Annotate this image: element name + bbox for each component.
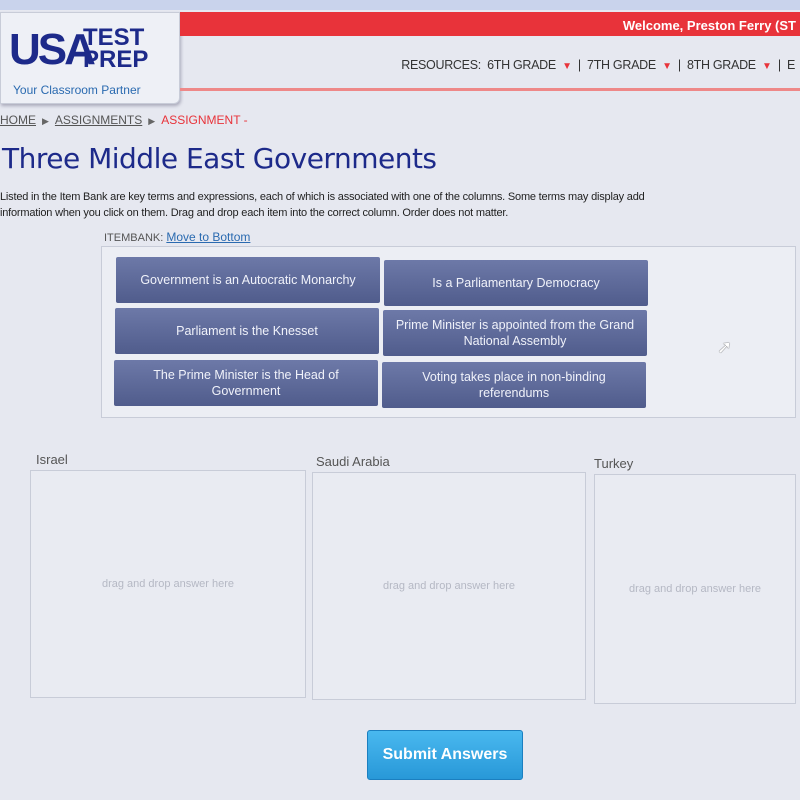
column-label-turkey: Turkey <box>594 456 634 471</box>
drop-placeholder: drag and drop answer here <box>101 578 235 590</box>
logo[interactable]: USA TEST PREP Your Classroom Partner <box>0 12 180 104</box>
dropdown-triangle-icon: ▼ <box>562 61 572 72</box>
drag-item[interactable]: The Prime Minister is the Head of Govern… <box>114 360 378 406</box>
nav-7th-grade[interactable]: 7TH GRADE ▼ | <box>587 58 681 72</box>
logo-usa: USA <box>9 25 96 74</box>
breadcrumb: HOME ▶ ASSIGNMENTS ▶ ASSIGNMENT - <box>0 113 248 127</box>
breadcrumb-home[interactable]: HOME <box>0 113 36 127</box>
column-label-israel: Israel <box>36 452 68 467</box>
logo-tagline: Your Classroom Partner <box>13 83 141 97</box>
logo-test-prep: TEST PREP <box>83 24 149 73</box>
breadcrumb-current: ASSIGNMENT - <box>161 113 248 127</box>
nav-6th-grade[interactable]: 6TH GRADE ▼ | <box>487 58 581 72</box>
top-nav: RESOURCES: 6TH GRADE ▼ | 7TH GRADE ▼ | 8… <box>401 58 798 72</box>
move-to-bottom-link[interactable]: Move to Bottom <box>166 230 250 244</box>
drop-zone-israel[interactable]: drag and drop answer here <box>30 470 306 698</box>
page-title: Three Middle East Governments <box>2 142 437 175</box>
browser-strip <box>0 0 800 10</box>
drop-zone-saudi-arabia[interactable]: drag and drop answer here <box>312 472 586 700</box>
drag-item[interactable]: Voting takes place in non-binding refere… <box>382 362 646 408</box>
dropdown-triangle-icon: ▼ <box>762 61 772 72</box>
nav-8th-grade[interactable]: 8TH GRADE ▼ | <box>687 58 781 72</box>
drag-item[interactable]: Parliament is the Knesset <box>115 308 379 354</box>
itembank-label: ITEMBANK: Move to Bottom <box>104 230 251 244</box>
submit-answers-button[interactable]: Submit Answers <box>367 730 523 780</box>
welcome-bar: Welcome, Preston Ferry (ST <box>180 12 800 36</box>
column-label-saudi-arabia: Saudi Arabia <box>316 454 390 469</box>
chevron-right-icon: ▶ <box>42 116 49 126</box>
drag-item[interactable]: Is a Parliamentary Democracy <box>384 260 648 306</box>
chevron-right-icon: ▶ <box>148 116 156 126</box>
header-divider <box>180 88 800 91</box>
nav-more[interactable]: E <box>787 58 795 72</box>
drag-item[interactable]: Government is an Autocratic Monarchy <box>116 257 380 303</box>
dropdown-triangle-icon: ▼ <box>662 61 672 72</box>
mouse-cursor-icon: ➚ <box>717 337 733 357</box>
nav-resources[interactable]: RESOURCES: <box>401 58 481 72</box>
drop-placeholder: drag and drop answer here <box>628 583 762 595</box>
drag-item[interactable]: Prime Minister is appointed from the Gra… <box>383 310 647 356</box>
drop-placeholder: drag and drop answer here <box>382 580 516 592</box>
drop-zone-turkey[interactable]: drag and drop answer here <box>594 474 796 704</box>
welcome-text: Welcome, Preston Ferry (ST <box>622 18 796 33</box>
breadcrumb-assignments[interactable]: ASSIGNMENTS <box>55 113 142 127</box>
instructions: Listed in the Item Bank are key terms an… <box>0 191 645 219</box>
